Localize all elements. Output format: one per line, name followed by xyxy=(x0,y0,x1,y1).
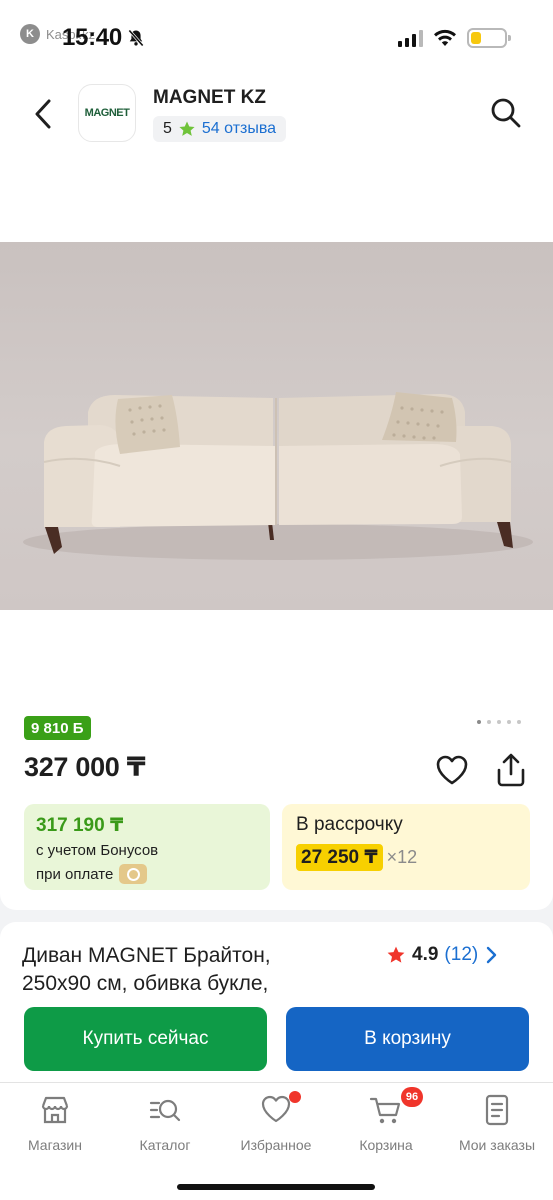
star-icon xyxy=(179,121,195,136)
product-rating-count: (12) xyxy=(444,944,479,965)
share-button[interactable] xyxy=(494,752,528,788)
bonus-note-line1: с учетом Бонусов xyxy=(36,842,159,859)
installment-title: В рассрочку xyxy=(296,814,403,835)
shop-name[interactable]: MAGNET KZ xyxy=(153,87,266,109)
product-info-card: Диван MAGNET Брайтон, 250x90 см, обивка … xyxy=(0,922,553,1082)
bonus-badge: 9 810 Б xyxy=(24,716,91,740)
search-button[interactable] xyxy=(489,96,523,130)
product-image-gallery[interactable] xyxy=(0,242,553,610)
kaspi-app-icon: K xyxy=(20,24,40,44)
search-icon xyxy=(491,98,521,128)
bonus-note-line2: при оплате xyxy=(36,864,258,884)
nav-label-favorites: Избранное xyxy=(240,1137,312,1153)
orders-icon xyxy=(485,1094,509,1126)
battery-level xyxy=(471,32,481,44)
reviews-link[interactable]: 54 отзыва xyxy=(202,120,276,138)
nav-item-cart[interactable]: 96 Корзина xyxy=(331,1087,441,1153)
shop-logo-text: MAGNET xyxy=(84,107,130,119)
cart-icon xyxy=(369,1097,401,1124)
installment-offer[interactable]: В рассрочку 27 250 ₸ ×12 xyxy=(282,804,530,890)
shop-logo[interactable]: MAGNET xyxy=(78,84,136,142)
bell-muted-icon xyxy=(128,29,144,47)
kaspi-pay-icon xyxy=(119,864,148,884)
status-bar: K Kaspi.kz 15:40 xyxy=(0,0,553,74)
wifi-icon xyxy=(434,29,456,46)
heart-icon xyxy=(436,755,468,785)
product-rating-value: 4.9 xyxy=(412,944,439,965)
share-icon xyxy=(497,753,525,787)
gallery-pagination xyxy=(477,720,521,724)
bonus-price-offer[interactable]: 317 190 ₸ с учетом Бонусов при оплате xyxy=(24,804,270,890)
nav-item-store[interactable]: Магазин xyxy=(0,1093,110,1153)
product-title: Диван MAGNET Брайтон, 250x90 см, обивка … xyxy=(22,944,271,995)
clock: 15:40 xyxy=(62,24,122,51)
nav-item-favorites[interactable]: Избранное xyxy=(221,1091,331,1153)
nav-label-store: Магазин xyxy=(27,1137,82,1153)
favorites-indicator xyxy=(289,1091,301,1103)
nav-item-catalog[interactable]: Каталог xyxy=(110,1093,220,1153)
installment-monthly-price: 27 250 ₸ xyxy=(296,844,383,871)
battery-icon xyxy=(467,28,511,48)
nav-label-cart: Корзина xyxy=(359,1137,413,1153)
store-icon xyxy=(41,1096,69,1124)
nav-label-orders: Мои заказы xyxy=(458,1137,536,1153)
catalog-search-icon xyxy=(149,1099,181,1122)
shop-rating-value: 5 xyxy=(163,120,172,137)
installment-months: ×12 xyxy=(386,847,418,867)
cart-count-badge: 96 xyxy=(401,1087,423,1107)
nav-item-orders[interactable]: Мои заказы xyxy=(442,1093,552,1153)
price-card: 9 810 Б 327 000 ₸ 317 190 ₸ с учетом Бон… xyxy=(0,690,553,910)
add-to-favorites-button[interactable] xyxy=(435,754,469,786)
bottom-navigation: Магазин Каталог Избранное 96 Корзина Мои… xyxy=(0,1082,553,1200)
shop-header: MAGNET MAGNET KZ 5 54 отзыва xyxy=(0,74,553,244)
home-indicator[interactable] xyxy=(177,1184,375,1190)
gallery-dot xyxy=(487,720,491,724)
star-icon xyxy=(387,946,405,963)
gallery-dot xyxy=(477,720,481,724)
cellular-signal-icon xyxy=(398,29,423,47)
sofa-image xyxy=(23,392,533,560)
product-price: 327 000 ₸ xyxy=(24,752,146,782)
gallery-dot xyxy=(507,720,511,724)
add-to-cart-button[interactable]: В корзину xyxy=(286,1007,529,1071)
chevron-right-icon xyxy=(487,946,497,964)
bonus-price: 317 190 ₸ xyxy=(36,815,124,836)
image-gallery-spacer xyxy=(0,610,553,690)
nav-label-catalog: Каталог xyxy=(139,1137,191,1153)
product-rating-link[interactable]: 4.9 (12) xyxy=(386,944,498,966)
buy-now-button[interactable]: Купить сейчас xyxy=(24,1007,267,1071)
shop-rating[interactable]: 5 54 отзыва xyxy=(153,116,287,142)
gallery-dot xyxy=(497,720,501,724)
heart-icon xyxy=(261,1095,291,1123)
chevron-left-icon xyxy=(35,99,51,129)
back-button[interactable] xyxy=(28,96,58,132)
bonus-note-text: при оплате xyxy=(36,865,114,883)
gallery-dot xyxy=(517,720,521,724)
